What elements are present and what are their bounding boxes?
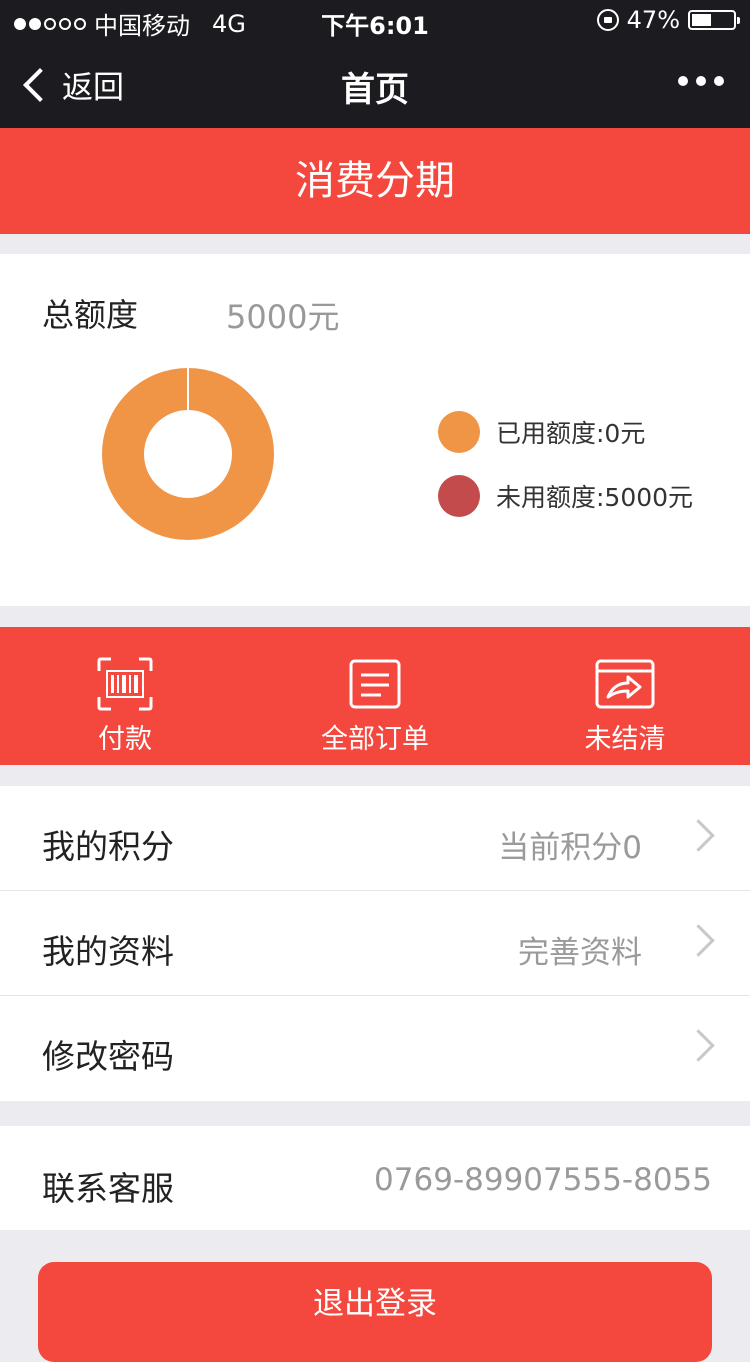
logout-button[interactable]: 退出登录: [38, 1262, 712, 1362]
profile-value: 完善资料: [518, 935, 642, 971]
points-value: 当前积分0: [498, 830, 642, 866]
legend-unused: 未用额度:5000元: [438, 464, 693, 528]
menu-item-points[interactable]: 我的积分 当前积分0: [0, 786, 750, 891]
card-arrow-icon: [595, 659, 655, 709]
menu-list: 我的积分 当前积分0 我的资料 完善资料 修改密码: [0, 786, 750, 1101]
battery-icon: [688, 10, 740, 30]
customer-service-phone[interactable]: 0769-89907555-8055: [374, 1162, 712, 1198]
all-orders-label: 全部订单: [321, 724, 429, 755]
battery-percent: 47%: [626, 6, 680, 34]
password-label: 修改密码: [42, 1037, 174, 1076]
orientation-lock-icon: [596, 9, 619, 31]
nav-bar: 返回 首页: [0, 40, 750, 128]
banner-title: 消费分期: [0, 128, 750, 234]
barcode-scan-icon: [97, 657, 153, 711]
more-options-icon[interactable]: [678, 76, 724, 86]
unsettled-label: 未结清: [584, 724, 666, 755]
action-strip: 付款 全部订单 未结清: [0, 627, 750, 765]
pay-label: 付款: [98, 724, 152, 755]
credit-donut-chart: [102, 368, 274, 540]
pay-button[interactable]: 付款: [0, 627, 250, 765]
chevron-right-icon: [682, 924, 715, 957]
total-credit-value: 5000元: [226, 298, 340, 336]
unused-label: 未用额度:5000元: [496, 483, 694, 512]
used-swatch-icon: [438, 411, 480, 453]
order-list-icon: [349, 659, 401, 709]
page-title: 首页: [341, 70, 409, 110]
used-label: 已用额度:0元: [496, 419, 646, 448]
unused-swatch-icon: [438, 475, 480, 517]
menu-item-profile[interactable]: 我的资料 完善资料: [0, 891, 750, 996]
status-right: 47%: [596, 6, 740, 34]
total-credit-label: 总额度: [42, 296, 139, 334]
all-orders-button[interactable]: 全部订单: [250, 627, 500, 765]
chevron-right-icon: [682, 819, 715, 852]
unsettled-button[interactable]: 未结清: [500, 627, 750, 765]
legend-used: 已用额度:0元: [438, 400, 693, 464]
customer-service-row[interactable]: 联系客服 0769-89907555-8055: [0, 1126, 750, 1230]
status-bar: 中国移动 4G 下午6:01 47%: [0, 0, 750, 40]
profile-label: 我的资料: [42, 932, 174, 971]
customer-service-label: 联系客服: [42, 1169, 174, 1208]
credit-legend: 已用额度:0元 未用额度:5000元: [438, 400, 693, 528]
menu-item-password[interactable]: 修改密码: [0, 996, 750, 1101]
credit-card: 总额度 5000元 已用额度:0元 未用额度:5000元: [0, 254, 750, 606]
points-label: 我的积分: [42, 827, 174, 866]
chevron-right-icon: [682, 1029, 715, 1062]
